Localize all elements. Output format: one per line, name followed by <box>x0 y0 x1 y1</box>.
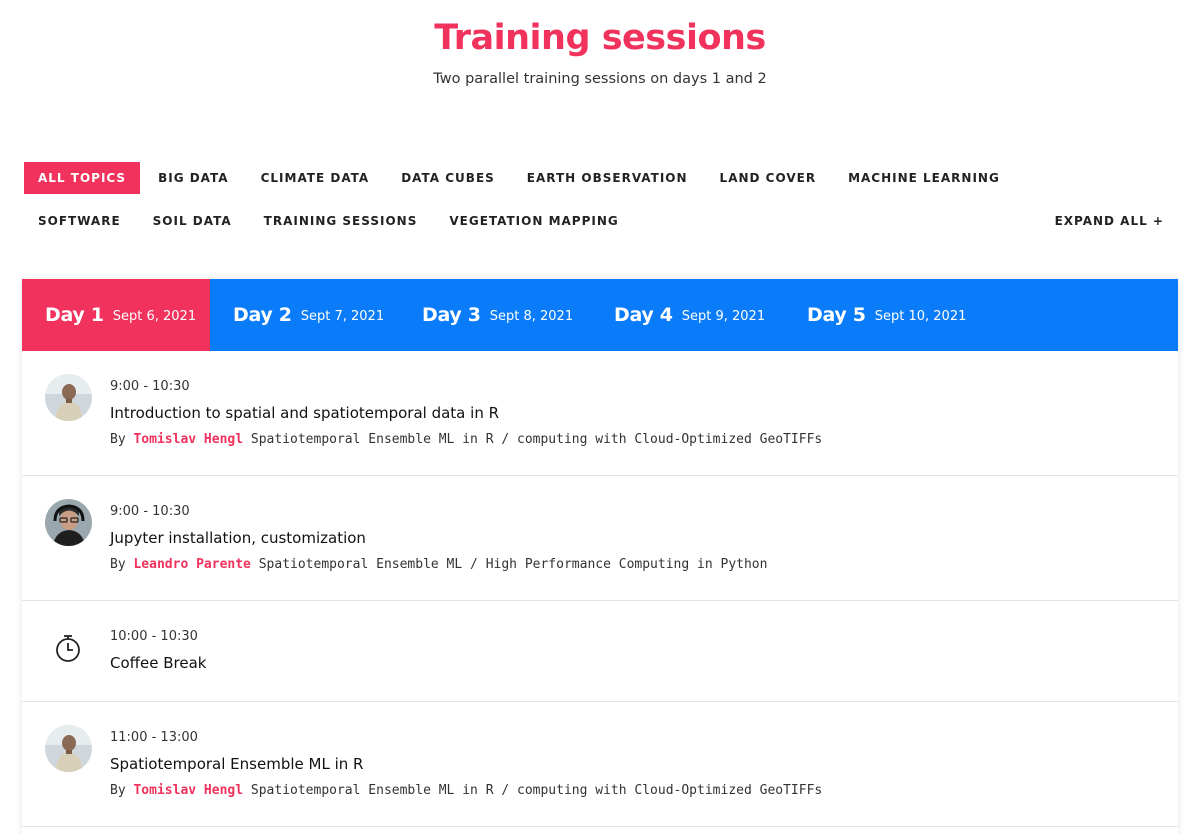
tab-day-label: Day 1 <box>45 304 104 326</box>
tab-day-label: Day 5 <box>807 304 866 326</box>
tab-day-3[interactable]: Day 3 Sept 8, 2021 <box>399 279 591 351</box>
session-topic: Spatiotemporal Ensemble ML / High Perfor… <box>258 557 768 572</box>
session-byline: By Leandro Parente Spatiotemporal Ensemb… <box>110 557 767 572</box>
session-title: Spatiotemporal Ensemble ML in R <box>110 755 364 773</box>
schedule-panel: Day 1 Sept 6, 2021 Day 2 Sept 7, 2021 Da… <box>22 279 1178 834</box>
session-time: 9:00 - 10:30 <box>110 504 190 519</box>
session-time: 9:00 - 10:30 <box>110 379 190 394</box>
session-time: 11:00 - 13:00 <box>110 730 198 745</box>
day-tabs: Day 1 Sept 6, 2021 Day 2 Sept 7, 2021 Da… <box>22 279 1178 351</box>
tab-day-1[interactable]: Day 1 Sept 6, 2021 <box>22 279 210 351</box>
tab-day-5[interactable]: Day 5 Sept 10, 2021 <box>784 279 984 351</box>
session-topic: Spatiotemporal Ensemble ML in R / comput… <box>250 783 823 798</box>
tab-day-date: Sept 6, 2021 <box>112 309 197 324</box>
filter-climate-data[interactable]: CLIMATE DATA <box>247 162 384 194</box>
speaker-avatar <box>45 725 92 772</box>
filter-row-1: ALL TOPICS BIG DATA CLIMATE DATA DATA CU… <box>24 162 1018 194</box>
tab-day-4[interactable]: Day 4 Sept 9, 2021 <box>591 279 784 351</box>
session-title: Jupyter installation, customization <box>110 529 366 547</box>
page-title: Training sessions <box>434 18 766 58</box>
speaker-avatar <box>45 499 92 546</box>
speaker-link[interactable]: Tomislav Hengl <box>133 783 243 798</box>
tab-day-date: Sept 10, 2021 <box>874 309 967 324</box>
session-item[interactable]: 11:00 - 13:00 Spatiotemporal Ensemble ML… <box>22 702 1178 827</box>
filter-soil-data[interactable]: SOIL DATA <box>139 205 246 237</box>
session-item[interactable]: 10:00 - 10:30 Coffee Break <box>22 601 1178 702</box>
tab-day-label: Day 2 <box>233 304 292 326</box>
tab-day-label: Day 4 <box>614 304 673 326</box>
session-byline: By Tomislav Hengl Spatiotemporal Ensembl… <box>110 432 822 447</box>
filter-vegetation-mapping[interactable]: VEGETATION MAPPING <box>435 205 632 237</box>
session-byline: By Tomislav Hengl Spatiotemporal Ensembl… <box>110 783 822 798</box>
tab-day-date: Sept 8, 2021 <box>489 309 574 324</box>
filter-row-2: SOFTWARE SOIL DATA TRAINING SESSIONS VEG… <box>24 205 637 237</box>
filter-all-topics[interactable]: ALL TOPICS <box>24 162 141 194</box>
tab-day-date: Sept 7, 2021 <box>300 309 385 324</box>
filter-earth-observation[interactable]: EARTH OBSERVATION <box>513 162 702 194</box>
stopwatch-icon <box>53 633 83 663</box>
speaker-link[interactable]: Leandro Parente <box>133 557 250 572</box>
session-topic: Spatiotemporal Ensemble ML in R / comput… <box>250 432 823 447</box>
tab-day-label: Day 3 <box>422 304 481 326</box>
session-title: Introduction to spatial and spatiotempor… <box>110 404 500 422</box>
by-label: By <box>110 783 126 798</box>
tab-day-date: Sept 9, 2021 <box>681 309 766 324</box>
session-item[interactable]: 9:00 - 10:30 Jupyter installation, custo… <box>22 476 1178 601</box>
filter-machine-learning[interactable]: MACHINE LEARNING <box>834 162 1014 194</box>
session-time: 10:00 - 10:30 <box>110 629 198 644</box>
session-title: Coffee Break <box>110 654 207 672</box>
session-item[interactable]: 9:00 - 10:30 Introduction to spatial and… <box>22 351 1178 476</box>
by-label: By <box>110 557 126 572</box>
speaker-avatar <box>45 374 92 421</box>
expand-all-button[interactable]: EXPAND ALL + <box>1041 205 1178 237</box>
tab-day-2[interactable]: Day 2 Sept 7, 2021 <box>210 279 400 351</box>
filter-land-cover[interactable]: LAND COVER <box>706 162 831 194</box>
filter-software[interactable]: SOFTWARE <box>24 205 135 237</box>
filter-big-data[interactable]: BIG DATA <box>144 162 243 194</box>
filter-training-sessions[interactable]: TRAINING SESSIONS <box>250 205 432 237</box>
filter-data-cubes[interactable]: DATA CUBES <box>387 162 509 194</box>
speaker-link[interactable]: Tomislav Hengl <box>133 432 243 447</box>
page-subtitle: Two parallel training sessions on days 1… <box>433 71 767 87</box>
by-label: By <box>110 432 126 447</box>
